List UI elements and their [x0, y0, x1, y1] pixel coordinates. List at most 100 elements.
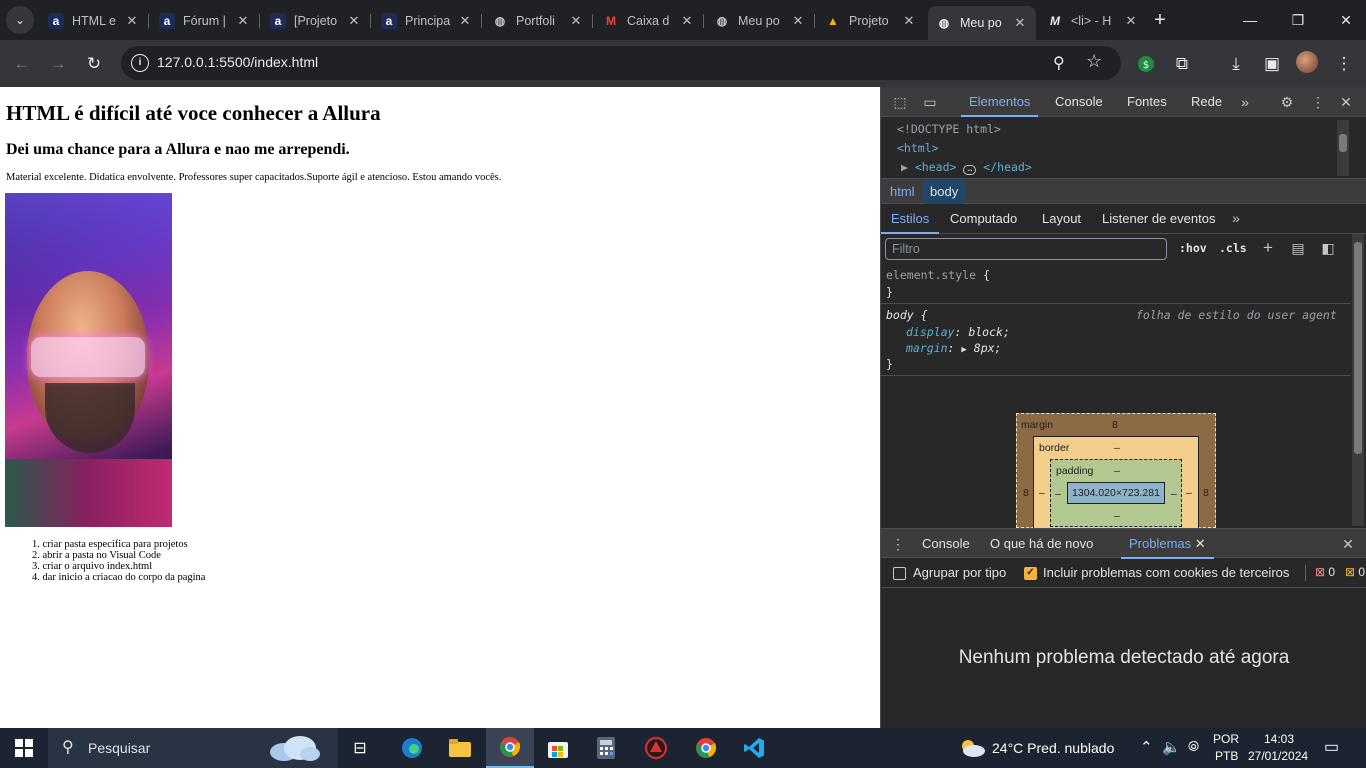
margin-left-value[interactable]: 8 [1023, 487, 1029, 499]
margin-right-value[interactable]: 8 [1203, 487, 1209, 499]
expand-triangle-icon[interactable]: ▶ [901, 160, 908, 174]
tab-elements[interactable]: Elementos [961, 87, 1039, 117]
error-count-badge[interactable]: ⊠ 0 [1315, 565, 1335, 579]
tab-4[interactable]: ◍ Portfoli ✕ [484, 6, 593, 36]
weather-text[interactable]: 24°C Pred. nublado [992, 740, 1114, 756]
scrollbar-thumb[interactable] [1339, 134, 1347, 152]
close-tab-icon[interactable]: ✕ [1012, 15, 1028, 31]
microsoft-store-icon[interactable] [534, 728, 582, 768]
tab-layout[interactable]: Layout [1042, 204, 1081, 234]
new-tab-button[interactable]: + [1148, 8, 1172, 32]
close-tab-icon[interactable]: ✕ [1123, 13, 1139, 29]
settings-gear-icon[interactable]: ⚙ [1278, 93, 1296, 111]
extension-icon[interactable]: $ [1132, 50, 1160, 78]
address-bar[interactable]: i 127.0.0.1:5500/index.html ⚲ ☆ [121, 46, 1121, 80]
group-by-type-label[interactable]: Agrupar por tipo [913, 565, 1006, 580]
padding-bottom-value[interactable]: – [1114, 510, 1120, 522]
close-tab-icon[interactable]: ✕ [457, 13, 473, 29]
padding-right-value[interactable]: – [1171, 488, 1177, 500]
tab-1[interactable]: a Fórum | ✕ [151, 6, 260, 36]
dom-doctype[interactable]: <!DOCTYPE html> [897, 122, 1001, 136]
download-icon[interactable]: ⤓ [1222, 50, 1250, 78]
include-third-party-checkbox[interactable]: ✓ [1024, 567, 1037, 580]
paint-brush-icon[interactable]: ▤ [1289, 239, 1307, 257]
more-tabs-chevron-icon[interactable]: » [1236, 93, 1254, 111]
tab-2[interactable]: a [Projeto ✕ [262, 6, 371, 36]
clock-time[interactable]: 14:03 [1264, 732, 1294, 746]
breadcrumb-body[interactable]: body [923, 179, 966, 204]
bookmark-star-icon[interactable]: ☆ [1086, 51, 1102, 72]
url-text[interactable]: 127.0.0.1:5500/index.html [157, 54, 318, 70]
include-third-party-label[interactable]: Incluir problemas com cookies de terceir… [1043, 565, 1289, 580]
group-by-type-checkbox[interactable] [893, 567, 906, 580]
cls-toggle[interactable]: .cls [1219, 241, 1247, 255]
dom-head-node[interactable]: ▶ <head> … </head> [901, 160, 1032, 175]
language-top[interactable]: POR [1213, 732, 1239, 746]
zoom-icon[interactable]: ⚲ [1053, 53, 1065, 73]
display-declaration[interactable]: display: block; [906, 325, 1010, 339]
start-button[interactable] [0, 728, 48, 768]
browser-menu-icon[interactable]: ⋮ [1330, 50, 1358, 78]
game-app-icon[interactable] [632, 728, 680, 768]
tab-console[interactable]: Console [1055, 87, 1103, 117]
toggle-sidebar-icon[interactable]: ◧ [1319, 239, 1337, 257]
element-style-line[interactable]: element.style { [886, 268, 990, 282]
chrome-browser-icon[interactable] [486, 728, 534, 768]
notifications-icon[interactable]: ▭ [1324, 737, 1339, 757]
ellipsis-icon[interactable]: … [963, 165, 977, 175]
tab-sources[interactable]: Fontes [1127, 87, 1167, 117]
close-window-icon[interactable]: ✕ [1322, 0, 1366, 40]
language-bottom[interactable]: PTB [1215, 749, 1238, 763]
back-arrow-icon[interactable]: ← [8, 50, 36, 78]
tab-search-button[interactable]: ⌄ [6, 6, 34, 34]
drawer-menu-icon[interactable]: ⋮ [889, 535, 907, 553]
close-tab-icon[interactable]: ✕ [679, 13, 695, 29]
close-tab-icon[interactable]: ✕ [346, 13, 362, 29]
close-tab-icon[interactable]: ✕ [568, 13, 584, 29]
minimize-icon[interactable]: — [1226, 0, 1274, 40]
restore-icon[interactable]: ❐ [1274, 0, 1322, 40]
close-drawer-icon[interactable]: ✕ [1339, 535, 1357, 553]
styles-scrollbar[interactable] [1352, 234, 1364, 526]
new-rule-plus-icon[interactable]: + [1259, 238, 1277, 257]
clock-date[interactable]: 27/01/2024 [1248, 749, 1308, 763]
dom-html-node[interactable]: <html> [897, 141, 939, 155]
padding-top-value[interactable]: – [1114, 465, 1120, 477]
border-right-value[interactable]: – [1186, 487, 1192, 499]
tab-3[interactable]: a Principa ✕ [373, 6, 482, 36]
warning-count-badge[interactable]: ⊠ 0 [1345, 565, 1365, 579]
file-explorer-icon[interactable] [436, 728, 484, 768]
filter-input[interactable]: Filtro [885, 238, 1167, 260]
border-left-value[interactable]: – [1039, 487, 1045, 499]
side-panel-icon[interactable]: ▣ [1258, 50, 1286, 78]
chrome-profile-icon[interactable] [682, 728, 730, 768]
site-info-icon[interactable]: i [131, 54, 149, 72]
network-icon[interactable]: ⦾ [1188, 738, 1199, 755]
drawer-tab-issues[interactable]: Problemas ✕ [1121, 529, 1214, 559]
close-tab-icon[interactable]: ✕ [790, 13, 806, 29]
close-tab-icon[interactable]: ✕ [124, 13, 140, 29]
margin-declaration[interactable]: margin: ▶ 8px; [906, 341, 1001, 355]
close-tab-icon[interactable]: ✕ [901, 13, 917, 29]
close-tab-icon[interactable]: ✕ [235, 13, 251, 29]
drawer-tab-console[interactable]: Console [922, 529, 970, 559]
tab-event-listeners[interactable]: Listener de eventos [1102, 204, 1215, 234]
reload-icon[interactable]: ↻ [80, 50, 108, 78]
task-view-icon[interactable]: ⊟ [336, 728, 384, 768]
more-subtabs-chevron-icon[interactable]: » [1227, 209, 1245, 227]
tab-6[interactable]: ◍ Meu po ✕ [706, 6, 815, 36]
device-toggle-icon[interactable]: ▭ [921, 93, 939, 111]
vscode-icon[interactable] [730, 728, 778, 768]
margin-top-value[interactable]: 8 [1112, 419, 1118, 431]
tab-styles[interactable]: Estilos [881, 204, 940, 234]
weather-cloud-icon[interactable] [958, 738, 986, 758]
chevron-up-icon[interactable]: ⌃ [1140, 738, 1153, 756]
border-top-value[interactable]: – [1114, 442, 1120, 454]
forward-arrow-icon[interactable]: → [44, 50, 72, 78]
tab-9[interactable]: M <li> - H ✕ [1039, 6, 1147, 36]
devtools-menu-icon[interactable]: ⋮ [1309, 93, 1327, 111]
inspect-element-icon[interactable]: ⬚ [891, 93, 909, 111]
calculator-icon[interactable] [582, 728, 630, 768]
close-tab-icon[interactable]: ✕ [1195, 536, 1206, 551]
extensions-puzzle-icon[interactable]: ⧉ [1168, 50, 1196, 78]
